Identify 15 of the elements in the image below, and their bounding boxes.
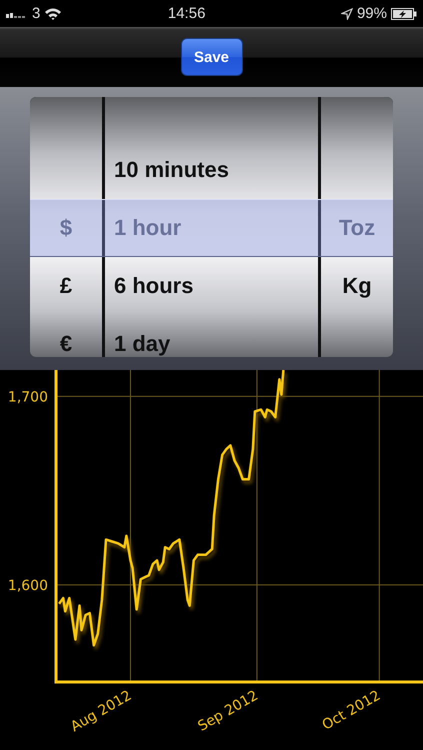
picker-option[interactable]: 10 minutes <box>114 157 229 183</box>
location-arrow-icon <box>340 8 353 20</box>
picker-option[interactable]: 6 hours <box>114 273 194 299</box>
picker-option[interactable]: £ <box>60 273 72 299</box>
battery-icon <box>391 8 417 20</box>
battery-percent: 99% <box>356 5 387 22</box>
picker-option[interactable]: 1 day <box>114 331 170 357</box>
picker-option[interactable]: € <box>60 331 72 357</box>
wifi-icon <box>44 7 62 20</box>
y-axis-label: 1,600 <box>8 578 48 594</box>
clock-time: 14:56 <box>166 5 206 22</box>
picker-option[interactable]: Kg <box>342 273 372 299</box>
carrier-name: 3 <box>32 5 40 22</box>
save-button[interactable]: Save <box>180 38 242 76</box>
y-axis-label: 1,700 <box>8 389 48 406</box>
